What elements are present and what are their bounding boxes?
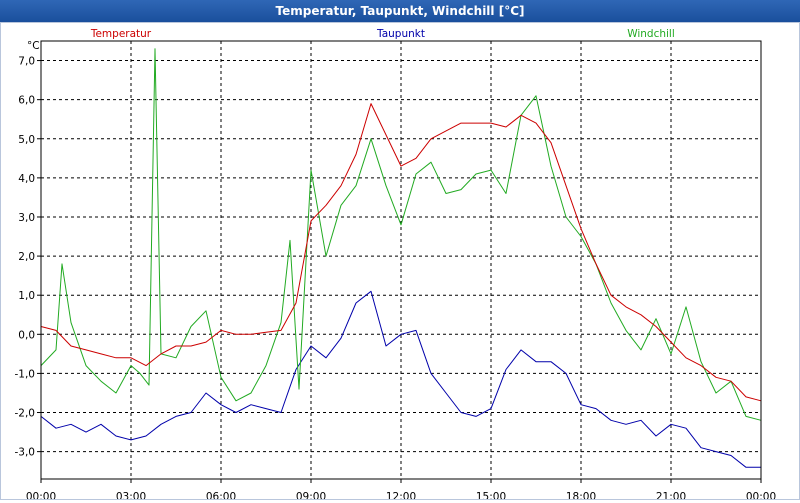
y-tick-label: 2,0	[18, 251, 35, 263]
legend-taupunkt: Taupunkt	[376, 28, 425, 40]
x-tick-time-label: 18:00	[566, 491, 596, 499]
y-axis-unit-label: °C	[27, 40, 40, 52]
y-tick-label: 7,0	[18, 56, 35, 68]
x-tick-time-label: 06:00	[206, 491, 236, 499]
x-tick-time-label: 15:00	[476, 491, 506, 499]
y-tick-label: 0,0	[18, 329, 35, 341]
y-tick-label: 6,0	[18, 95, 35, 107]
y-tick-label: -3,0	[15, 447, 36, 459]
y-tick-label: -2,0	[15, 408, 36, 420]
chart-title: Temperatur, Taupunkt, Windchill [°C]	[0, 0, 800, 22]
x-tick-time-label: 03:00	[116, 491, 146, 499]
y-tick-label: 1,0	[18, 290, 35, 302]
line-chart: °C Temperatur Taupunkt Windchill 7,0 6,0 5,0…	[15, 28, 777, 503]
legend-windchill: Windchill	[627, 28, 675, 40]
y-tick-label: 4,0	[18, 173, 35, 185]
y-tick-label: 5,0	[18, 134, 35, 146]
grid	[41, 41, 761, 479]
y-axis: 7,0 6,0 5,0 4,0 3,0 2,0 1,0 0,0 -1,0 -2,0 -3,0	[15, 56, 41, 459]
x-axis: 00:0022.02.1503:0022.02.1506:0022.02.150…	[26, 479, 776, 503]
legend-temperatur: Temperatur	[90, 28, 152, 40]
x-tick-time-label: 09:00	[296, 491, 326, 499]
legend: Temperatur Taupunkt Windchill	[90, 28, 675, 40]
x-tick-time-label: 21:00	[656, 491, 686, 499]
chart-frame: °C Temperatur Taupunkt Windchill 7,0 6,0 5,0…	[0, 22, 800, 503]
y-tick-label: 3,0	[18, 212, 35, 224]
x-tick-time-label: 00:00	[26, 491, 56, 499]
x-tick-time-label: 12:00	[386, 491, 416, 499]
y-tick-label: -1,0	[15, 368, 36, 380]
x-tick-time-label: 00:00	[746, 491, 776, 499]
